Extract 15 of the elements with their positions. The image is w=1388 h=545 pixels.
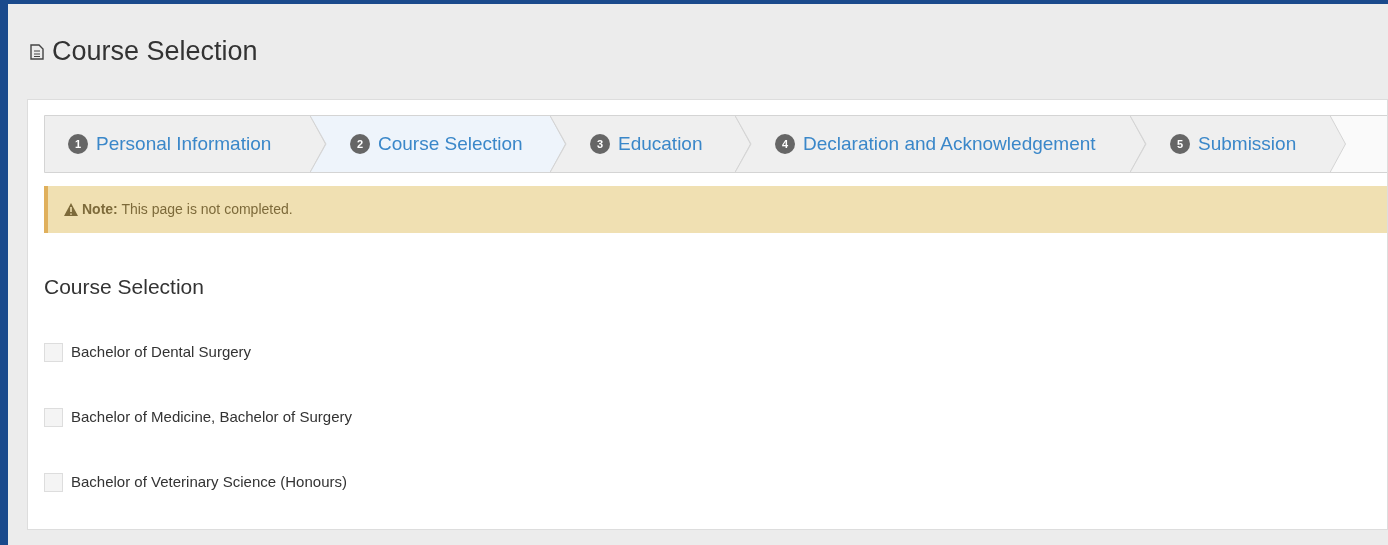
checkbox[interactable] xyxy=(44,407,63,427)
wizard-step[interactable]: 3 Education xyxy=(550,115,751,173)
wizard-step[interactable]: 5 Submission xyxy=(1130,115,1346,173)
alert-text: Note: This page is not completed. xyxy=(82,200,293,219)
checkbox[interactable] xyxy=(44,472,63,492)
page-title: Course Selection xyxy=(52,35,258,69)
course-label: Bachelor of Medicine, Bachelor of Surgery xyxy=(71,406,352,427)
course-label: Bachelor of Dental Surgery xyxy=(71,341,252,362)
wizard-step[interactable]: 1 Personal Information xyxy=(44,115,326,173)
wizard-step[interactable]: 2 Course Selection xyxy=(310,115,566,173)
document-icon xyxy=(30,43,44,60)
course-label: Bachelor of Veterinary Science (Honours) xyxy=(71,471,347,492)
warning-icon xyxy=(64,203,78,216)
section-heading: Course Selection xyxy=(44,274,205,300)
checkbox[interactable] xyxy=(44,342,63,362)
